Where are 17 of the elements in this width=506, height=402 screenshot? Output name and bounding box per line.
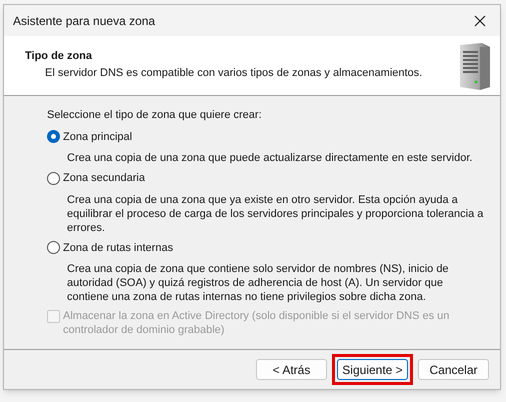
dialog-button[interactable]: Cancelar bbox=[418, 359, 489, 380]
dialog-button[interactable]: < Atrás bbox=[256, 359, 327, 380]
radio-option[interactable]: Zona de rutas internas bbox=[47, 240, 174, 256]
header-subtitle: El servidor DNS es compatible con varios tipos de zonas y almacenamientos. bbox=[44, 66, 422, 80]
option-description: Crea una copia de una zona que puede actualizarse directamente en este servidor. bbox=[66, 151, 474, 165]
option-description: Crea una copia de una zona que ya existe en otro servidor. Esta opción ayuda a equilibrar el proceso de carga de los servidores principales y proporciona tolerancia a errores. bbox=[66, 192, 484, 234]
option-description: Crea una copia de zona que contiene solo servidor de nombres (NS), inicio de autoridad (SOA) y quizá registros de adherencia de host (A). Un servidor que contiene una zona de rutas internas no tiene privilegios sobre dicha zona. bbox=[66, 262, 450, 304]
radio-button[interactable] bbox=[47, 172, 60, 185]
radio-button[interactable] bbox=[47, 130, 60, 144]
radio-option[interactable]: Zona secundaria bbox=[47, 170, 145, 186]
prompt-text: Seleccione el tipo de zona que quiere crear: bbox=[47, 108, 263, 123]
dialog-button[interactable]: Siguiente > bbox=[337, 359, 408, 380]
close-icon bbox=[474, 14, 486, 26]
radio-option[interactable]: Zona principal bbox=[47, 128, 132, 145]
header-title: Tipo de zona bbox=[25, 49, 94, 64]
window-title: Asistente para nueva zona bbox=[13, 12, 156, 30]
radio-button[interactable] bbox=[47, 241, 60, 254]
